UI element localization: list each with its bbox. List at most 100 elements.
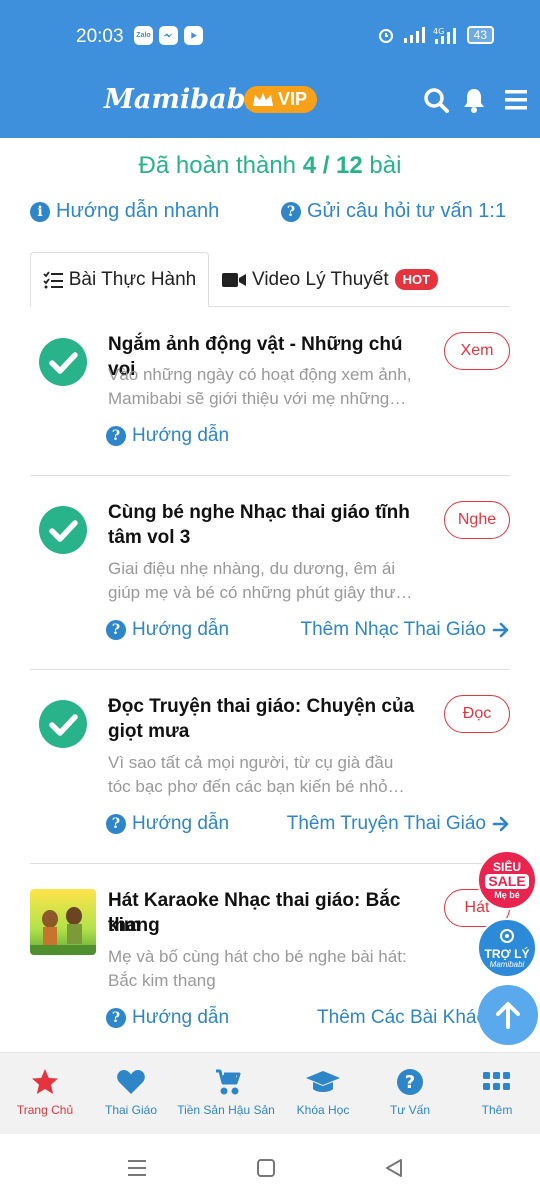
assistant-line1: TRỢ LÝ xyxy=(484,947,530,961)
question-icon: ? xyxy=(106,814,126,834)
youtube-icon xyxy=(184,26,203,45)
bottom-navigation: Trang Chủ Thai Giáo Tiền Sản Hậu Sản Khó… xyxy=(0,1052,540,1134)
nav-thai-giao[interactable]: Thai Giáo xyxy=(86,1053,176,1135)
nav-tu-van[interactable]: ? Tư Vấn xyxy=(365,1053,455,1135)
bell-icon xyxy=(464,89,484,113)
back-icon[interactable] xyxy=(384,1158,404,1178)
lesson-guide-label: Hướng dẫn xyxy=(132,425,230,446)
stroller-icon xyxy=(216,1069,241,1095)
nav-khoa-hoc[interactable]: Khóa Học xyxy=(278,1053,368,1135)
lesson-guide-label: Hướng dẫn xyxy=(132,1007,230,1028)
checkmark-icon xyxy=(39,338,87,386)
question-icon: ? xyxy=(106,620,126,640)
lesson-desc-line1: Giai điệu nhẹ nhàng, du dương, êm ái xyxy=(108,559,396,578)
signal-icon xyxy=(403,27,425,43)
grid-icon xyxy=(483,1072,510,1090)
nav-home[interactable]: Trang Chủ xyxy=(0,1053,90,1135)
view-button[interactable]: Xem xyxy=(444,332,510,370)
progress-prefix: Đã hoàn thành xyxy=(138,152,297,179)
status-bar: 20:03 Zalo 4G 43 xyxy=(0,0,540,72)
sale-line1: SIÊU xyxy=(492,860,521,874)
checkmark-icon xyxy=(39,506,87,554)
lesson-item: Hát Karaoke Nhạc thai giáo: Bắc kim than… xyxy=(30,864,510,1052)
messenger-icon xyxy=(159,26,178,45)
lesson-tabs: Bài Thực Hành Video Lý Thuyết HOT xyxy=(30,252,510,307)
status-time: 20:03 xyxy=(76,26,124,47)
tab-video-label: Video Lý Thuyết xyxy=(252,268,389,290)
read-button[interactable]: Đọc xyxy=(444,695,510,733)
more-stories-label: Thêm Truyện Thai Giáo xyxy=(286,813,486,834)
nav-more[interactable]: Thêm xyxy=(452,1053,540,1135)
progress-value: 4 / 12 xyxy=(302,152,363,179)
assistant-icon xyxy=(500,929,514,943)
nav-tien-san-label: Tiền Sản Hậu Sản xyxy=(177,1103,275,1117)
nav-tu-van-label: Tư Vấn xyxy=(389,1103,431,1117)
sale-line3: Mẹ bé xyxy=(494,890,520,900)
consult-label: Gửi câu hỏi tư vấn 1:1 xyxy=(307,200,507,222)
lesson-desc-line1: Mẹ và bố cùng hát cho bé nghe bài hát: xyxy=(108,947,407,966)
tab-video-theory[interactable]: Video Lý Thuyết HOT xyxy=(222,252,439,307)
lesson-guide-link[interactable]: ? Hướng dẫn xyxy=(106,425,229,447)
progress-suffix: bài xyxy=(369,152,402,179)
vip-badge[interactable]: VIP xyxy=(244,86,318,113)
lesson-guide-link[interactable]: ? Hướng dẫn xyxy=(106,1007,229,1029)
arrow-right-icon xyxy=(492,816,509,832)
search-button[interactable] xyxy=(420,84,452,116)
checkmark-icon xyxy=(39,700,87,748)
more-songs-label: Thêm Các Bài Khác xyxy=(317,1007,486,1028)
lesson-desc-line2: giúp mẹ và bé có những phút giây thư… xyxy=(108,583,413,602)
svg-text:?: ? xyxy=(405,1072,415,1093)
lesson-title-line1[interactable]: Đọc Truyện thai giáo: Chuyện của xyxy=(108,694,430,719)
lesson-title-line2[interactable]: giọt mưa xyxy=(108,719,430,744)
checklist-icon xyxy=(43,270,63,288)
app-header: Mamibabi VIP xyxy=(0,72,540,138)
graduation-cap-icon xyxy=(306,1071,340,1092)
hot-badge: HOT xyxy=(394,269,439,290)
star-icon xyxy=(32,1069,58,1094)
consult-link[interactable]: ? Gửi câu hỏi tư vấn 1:1 xyxy=(281,200,506,223)
nav-tien-san[interactable]: Tiền Sản Hậu Sản xyxy=(177,1053,275,1135)
video-icon xyxy=(222,272,246,287)
super-sale-button[interactable]: SIÊU SALE Mẹ bé xyxy=(477,850,537,910)
lesson-title-line1[interactable]: Cùng bé nghe Nhạc thai giáo tĩnh xyxy=(108,500,430,525)
sale-line2: SALE xyxy=(485,874,529,889)
app-logo: Mamibabi xyxy=(104,84,256,115)
lesson-item: Cùng bé nghe Nhạc thai giáo tĩnh tâm vol… xyxy=(30,476,510,670)
nav-khoa-hoc-label: Khóa Học xyxy=(296,1103,350,1117)
menu-button[interactable] xyxy=(500,84,532,116)
more-stories-link[interactable]: Thêm Truyện Thai Giáo xyxy=(287,813,510,835)
notification-button[interactable] xyxy=(458,84,490,116)
lesson-guide-label: Hướng dẫn xyxy=(132,813,230,834)
lesson-title-line2[interactable]: tâm vol 3 xyxy=(108,525,430,550)
assistant-line2: Mamibabi xyxy=(489,960,525,969)
lesson-item: Ngắm ảnh động vật - Những chú voi Vào nh… xyxy=(30,307,510,476)
svg-text:4G: 4G xyxy=(433,27,444,36)
question-icon: ? xyxy=(106,426,126,446)
system-navigation-bar xyxy=(0,1134,540,1200)
karaoke-thumbnail xyxy=(30,889,96,955)
completion-progress: Đã hoàn thành 4 / 12 bài xyxy=(0,152,540,180)
notification-icons: Zalo xyxy=(134,26,203,45)
lesson-title-line2[interactable]: thang xyxy=(108,913,430,938)
signal-4g-icon: 4G xyxy=(433,27,456,44)
listen-button[interactable]: Nghe xyxy=(444,501,510,539)
nav-home-label: Trang Chủ xyxy=(16,1103,74,1117)
lesson-guide-link[interactable]: ? Hướng dẫn xyxy=(106,813,229,835)
quick-guide-label: Hướng dẫn nhanh xyxy=(56,200,220,222)
question-circle-icon: ? xyxy=(397,1069,423,1095)
more-music-link[interactable]: Thêm Nhạc Thai Giáo xyxy=(300,619,510,641)
lesson-guide-link[interactable]: ? Hướng dẫn xyxy=(106,619,229,641)
lesson-desc-line2: Bắc kim thang xyxy=(108,971,216,990)
zalo-icon: Zalo xyxy=(134,26,153,45)
lesson-item: Đọc Truyện thai giáo: Chuyện của giọt mư… xyxy=(30,670,510,864)
tab-practice[interactable]: Bài Thực Hành xyxy=(30,252,209,307)
quick-guide-link[interactable]: i Hướng dẫn nhanh xyxy=(30,200,219,223)
system-icons: 4G 43 xyxy=(377,26,494,44)
assistant-button[interactable]: TRỢ LÝ Mamibabi xyxy=(477,918,537,978)
scroll-top-button[interactable] xyxy=(478,985,538,1045)
question-icon: ? xyxy=(281,201,301,222)
lesson-desc-line1: Vì sao tất cả mọi người, từ cụ già đầu xyxy=(108,753,394,772)
home-icon[interactable] xyxy=(256,1158,276,1178)
arrow-right-icon xyxy=(492,622,509,638)
recent-apps-icon[interactable] xyxy=(126,1158,148,1178)
